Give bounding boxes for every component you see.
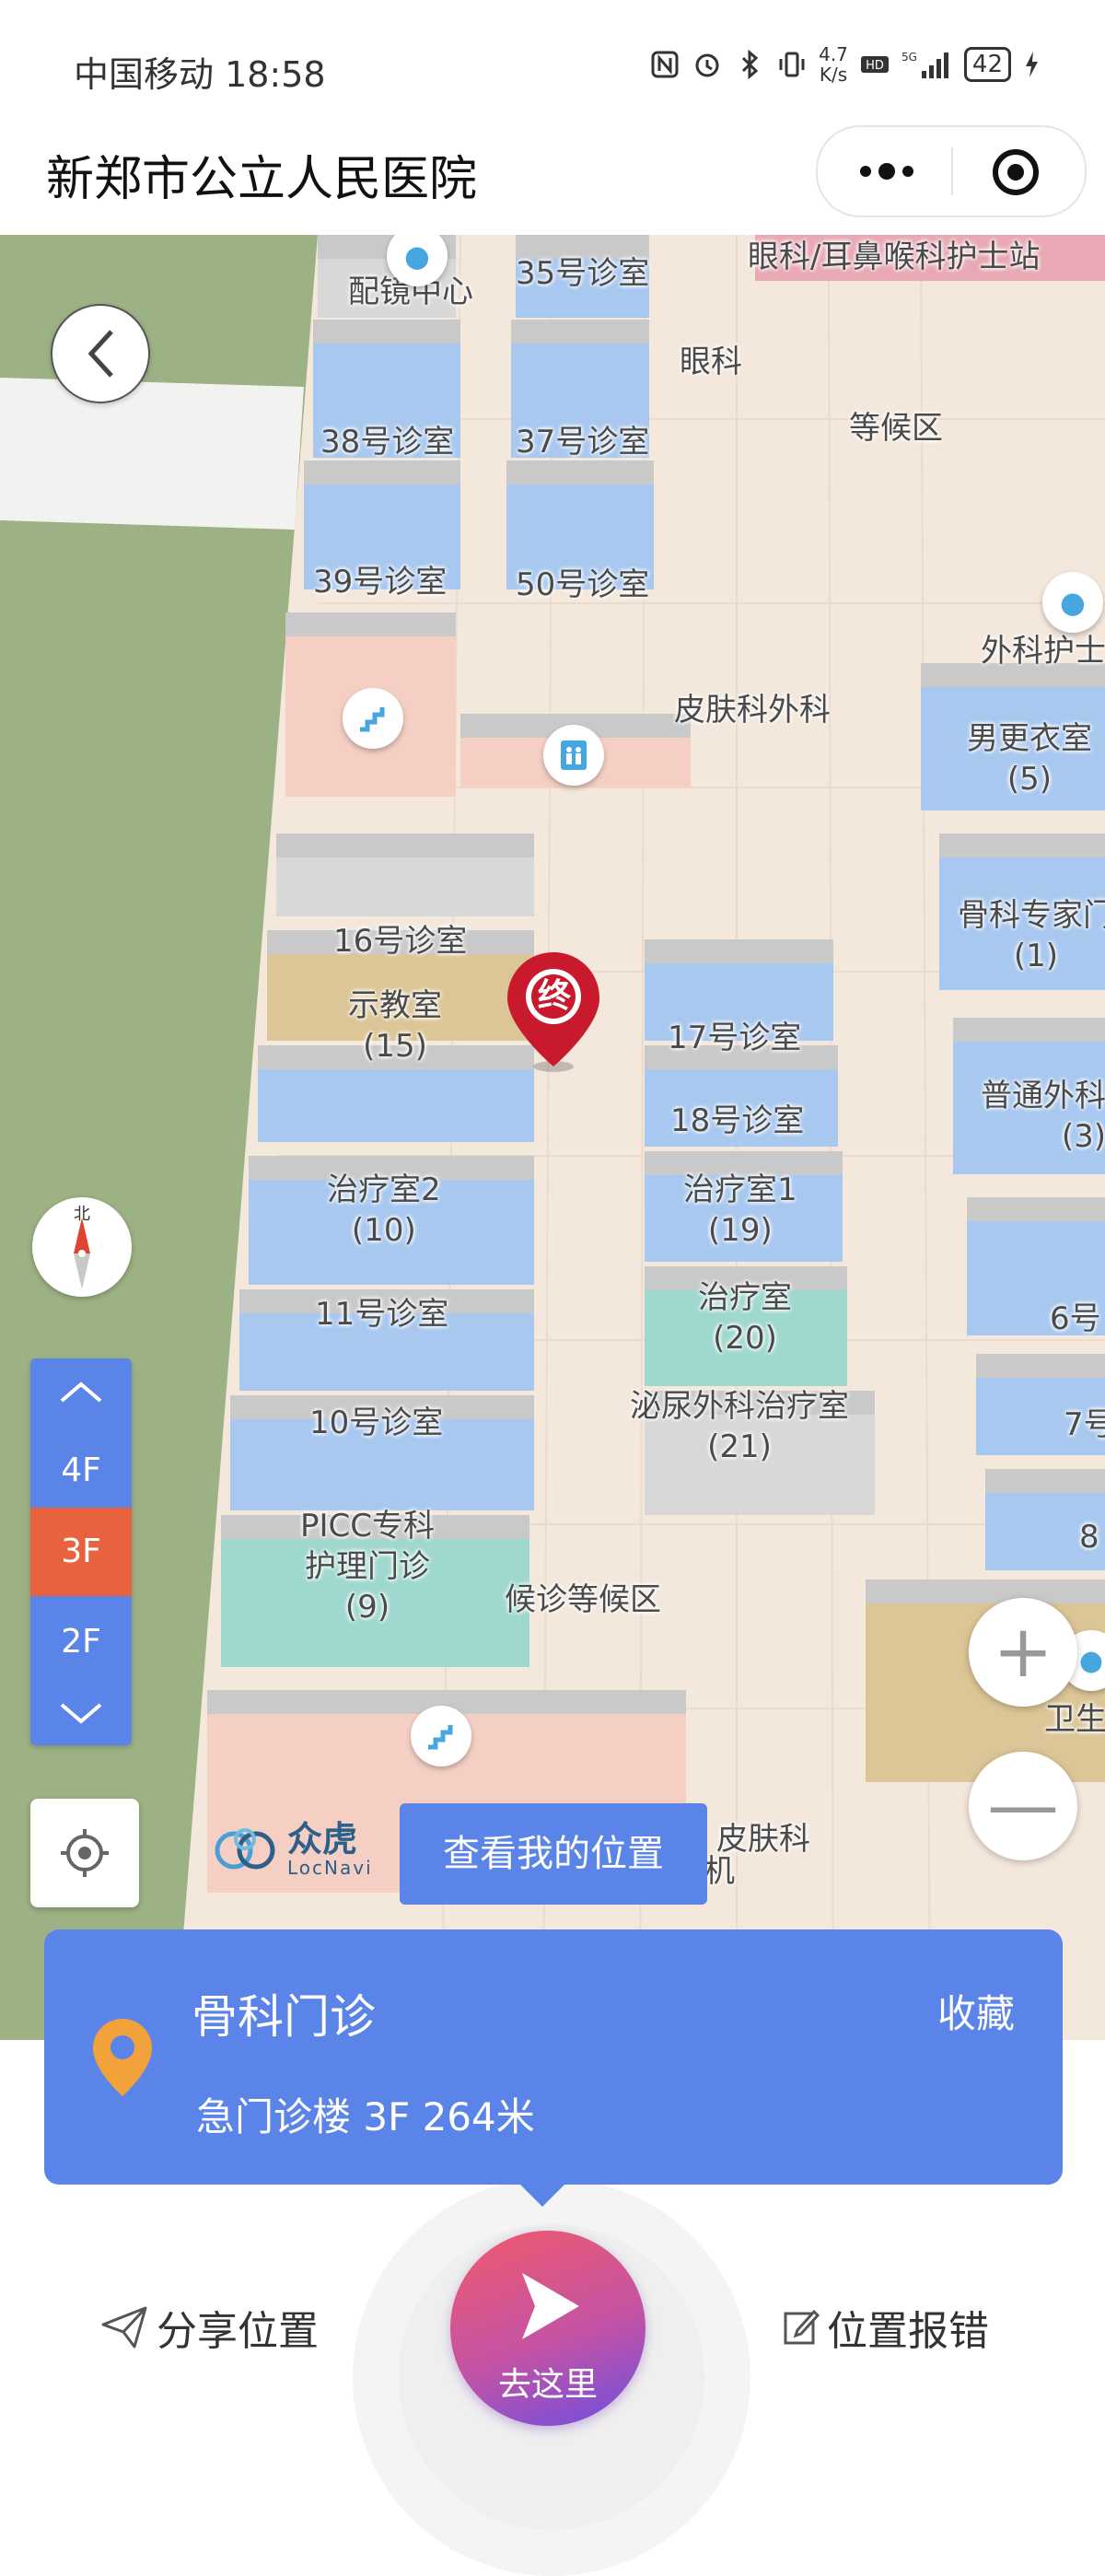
label-ortho-expert: 骨科专家门 (1) [958, 897, 1105, 974]
go-here-button[interactable]: 去这里 [450, 2231, 646, 2426]
label-urology-treatment: 泌尿外科治疗室 (21) [630, 1388, 849, 1465]
label-room-35: 35号诊室 [516, 255, 650, 292]
report-error-button[interactable]: 位置报错 [783, 2298, 989, 2357]
label-general-surgery: 普通外科 (3) [981, 1078, 1105, 1155]
label-room-39: 39号诊室 [313, 564, 448, 600]
floor-selector: 4F 3F 2F [30, 1358, 132, 1745]
logo-sub: LocNavi [287, 1857, 373, 1879]
stairs-icon[interactable] [411, 1706, 471, 1766]
corridor-block [276, 833, 534, 916]
stairs-icon[interactable] [343, 688, 403, 749]
indoor-map[interactable]: 配镜中心 35号诊室 眼科/耳鼻喉科护士站 眼科 等候区 38号诊室 37号诊室… [0, 235, 1105, 2040]
label-room-50: 50号诊室 [516, 566, 650, 603]
mini-program-capsule [816, 125, 1087, 217]
location-pin-icon [93, 2019, 152, 2096]
label-ophthalmology: 眼科 [680, 344, 742, 380]
label-restroom: 卫生 [1044, 1701, 1105, 1738]
more-dots-icon[interactable] [855, 155, 919, 188]
carrier-time: 中国移动 18:58 [74, 54, 326, 95]
favorite-button[interactable]: 收藏 [937, 1983, 1015, 2039]
label-room-8: 8 [1079, 1519, 1099, 1556]
alarm-icon [695, 53, 719, 77]
compass[interactable]: 北 [32, 1197, 132, 1297]
label-room-10: 10号诊室 [309, 1405, 444, 1441]
label-male-locker: 男更衣室 (5) [967, 720, 1092, 798]
destination-marker-label: 终 [537, 977, 571, 1015]
5g-signal-icon: 5G [901, 51, 948, 78]
label-room-38: 38号诊室 [320, 424, 455, 460]
status-icons: 4.7 K/s HD 5G 42 [649, 44, 1041, 85]
floor-3f[interactable]: 3F [30, 1508, 132, 1596]
vibrate-icon [779, 52, 805, 77]
nfc-icon [651, 51, 679, 78]
zoom-out-button[interactable]: — [969, 1752, 1077, 1860]
destination-detail: 急门诊楼 3F 264米 [196, 2094, 535, 2139]
compass-needle-icon [74, 1218, 90, 1289]
target-close-icon[interactable] [991, 147, 1041, 197]
chevron-down-icon[interactable] [58, 1699, 104, 1727]
floor-4f[interactable]: 4F [30, 1427, 132, 1515]
label-eye-ent-station: 眼科/耳鼻喉科护士站 [748, 239, 1041, 275]
floor-2f[interactable]: 2F [30, 1598, 132, 1686]
crosshair-icon [61, 1829, 109, 1877]
locate-button[interactable] [30, 1799, 139, 1907]
label-room-37: 37号诊室 [516, 424, 650, 460]
view-my-location-button[interactable]: 查看我的位置 [400, 1803, 707, 1905]
share-location-label: 分享位置 [157, 2308, 319, 2355]
label-demo-room: 示教室 (15) [348, 987, 442, 1065]
logo-name: 众虎 [287, 1819, 358, 1859]
battery-level: 42 [963, 47, 1011, 82]
edit-icon [784, 2309, 820, 2345]
label-waiting-area: 等候区 [849, 410, 943, 447]
svg-text:5G: 5G [901, 51, 917, 64]
label-room-17: 17号诊室 [668, 1020, 802, 1056]
elevator-icon[interactable] [543, 725, 604, 786]
bluetooth-icon [742, 49, 759, 80]
go-here-label: 去这里 [497, 2366, 598, 2404]
status-bar: 中国移动 18:58 4.7 K/s HD 5G 42 [0, 0, 1105, 120]
back-button[interactable] [51, 304, 150, 403]
page-title: 新郑市公立人民医院 [46, 152, 478, 207]
svg-text:HD: HD [866, 59, 884, 73]
hd-icon: HD [860, 56, 889, 73]
label-treatment-20: 治疗室 (20) [698, 1279, 792, 1357]
label-room-18: 18号诊室 [670, 1102, 805, 1139]
label-room-16: 16号诊室 [333, 923, 468, 960]
chevron-up-icon[interactable] [58, 1379, 104, 1406]
card-pointer [518, 2183, 566, 2207]
send-icon [101, 2306, 147, 2349]
locnavi-logo-icon [215, 1828, 275, 1870]
chevron-left-icon [87, 330, 113, 378]
locnavi-logo: 众虎 LocNavi [214, 1822, 373, 1879]
label-room-11: 11号诊室 [315, 1296, 449, 1333]
label-treatment-2: 治疗室2 (10) [327, 1171, 441, 1249]
label-room-7: 7号 [1064, 1406, 1105, 1443]
report-error-label: 位置报错 [827, 2308, 989, 2355]
label-waiting-area-2: 候诊等候区 [505, 1581, 661, 1618]
charging-icon [1026, 52, 1038, 77]
capsule-divider [951, 147, 953, 195]
title-bar: 新郑市公立人民医院 [0, 120, 1105, 235]
navigate-arrow-icon [522, 2273, 579, 2339]
destination-name: 骨科门诊 [192, 1990, 376, 2044]
network-speed: 4.7 K/s [819, 43, 848, 86]
share-location-button[interactable]: 分享位置 [99, 2298, 319, 2357]
label-room-6: 6号 [1050, 1300, 1101, 1337]
nurse-icon[interactable]: ● [1042, 572, 1103, 633]
label-derm-surgery: 皮肤科外科 [674, 692, 831, 729]
destination-card[interactable]: 骨科门诊 急门诊楼 3F 264米 收藏 [44, 1929, 1063, 2185]
label-picc-clinic: PICC专科 护理门诊 (9) [300, 1508, 436, 1626]
label-treatment-1: 治疗室1 (19) [683, 1171, 797, 1249]
zoom-in-button[interactable]: + [969, 1598, 1077, 1707]
label-surgery-nurse: 外科护士 [981, 633, 1105, 670]
